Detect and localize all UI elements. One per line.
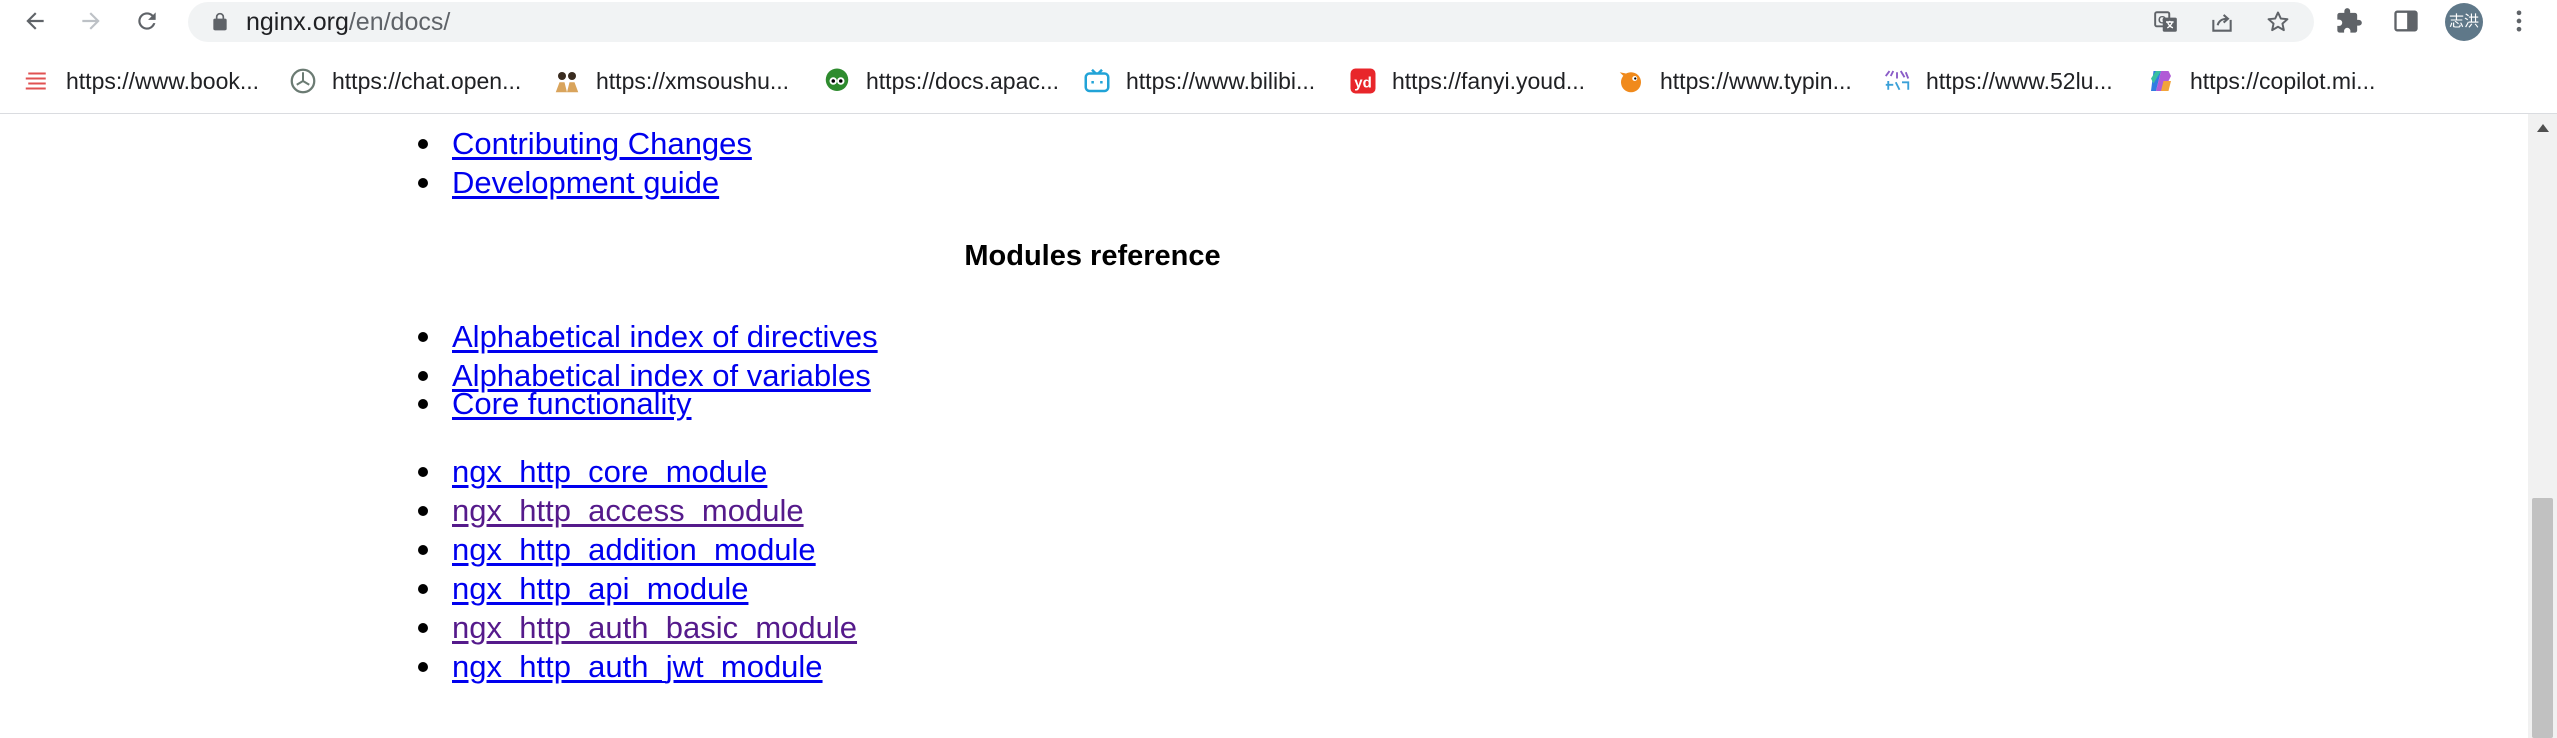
svg-text:yd: yd <box>1354 74 1372 91</box>
bookmark-label: https://www.typin... <box>1660 67 1852 94</box>
back-button[interactable] <box>18 4 52 38</box>
puzzle-piece-icon <box>2337 8 2362 33</box>
lock-icon <box>213 12 227 31</box>
profile-avatar[interactable]: 志洪 <box>2445 3 2483 41</box>
bookmark-item[interactable]: yd https://fanyi.youd... <box>1348 56 1585 106</box>
list-item: ngx_http_core_module <box>417 452 857 491</box>
bookmark-item[interactable]: https://www.52lu... <box>1882 56 2113 106</box>
module-links-list: ngx_http_core_module ngx_http_access_modu… <box>417 452 857 686</box>
green-mascot-icon <box>822 66 852 96</box>
list-item: ngx_http_access_module <box>417 491 857 530</box>
copilot-icon <box>2146 66 2176 96</box>
url-path: /en/docs/ <box>348 8 451 36</box>
bookmark-label: https://fanyi.youd... <box>1392 67 1586 94</box>
bookmark-item[interactable]: https://docs.apac... <box>822 56 1059 106</box>
bookmark-label: https://www.book... <box>66 67 260 94</box>
list-item: Development guide <box>418 163 752 202</box>
page-scrollbar[interactable] <box>2528 114 2557 738</box>
page-content: Contributing Changes Development guide Mo… <box>0 114 2528 738</box>
list-item: ngx_http_addition_module <box>417 530 857 569</box>
list-lines-icon <box>22 66 52 96</box>
list-item: ngx_http_auth_jwt_module <box>417 647 857 686</box>
doc-link[interactable]: ngx_http_access_module <box>452 493 804 528</box>
list-item: ngx_http_auth_basic_module <box>417 608 857 647</box>
list-item: ngx_http_api_module <box>417 569 857 608</box>
bookmark-star-button[interactable] <box>2264 8 2292 36</box>
share-icon <box>2212 14 2232 32</box>
star-outline-icon <box>2267 11 2289 32</box>
bookmark-item[interactable]: https://www.bilibi... <box>1082 56 1315 106</box>
bookmark-item[interactable]: https://chat.open... <box>288 56 521 106</box>
doc-link[interactable]: Contributing Changes <box>452 126 752 161</box>
scroll-up-button[interactable] <box>2528 114 2557 142</box>
extensions-button[interactable] <box>2334 6 2364 36</box>
youdao-icon: yd <box>1348 66 1378 96</box>
reload-icon <box>138 12 156 30</box>
doc-link[interactable]: ngx_http_auth_jwt_module <box>452 649 823 684</box>
bookmark-item[interactable]: https://www.typin... <box>1616 56 1852 106</box>
doc-link[interactable]: ngx_http_api_module <box>452 571 748 606</box>
list-item: Alphabetical index of directives <box>418 317 878 356</box>
address-bar[interactable]: nginx.org/en/docs/ G <box>188 2 2314 42</box>
doc-link[interactable]: ngx_http_addition_module <box>452 532 816 567</box>
scrollbar-thumb[interactable] <box>2532 498 2553 738</box>
section-heading: Modules reference <box>964 240 1221 272</box>
bookmark-label: https://www.52lu... <box>1926 67 2113 94</box>
bookmark-item[interactable]: https://www.book... <box>22 56 259 106</box>
url-text[interactable]: nginx.org/en/docs/ <box>246 2 450 42</box>
bookmark-item[interactable]: https://copilot.mi... <box>2146 56 2375 106</box>
bookmark-label: https://docs.apac... <box>866 67 1060 94</box>
bilibili-tv-icon <box>1082 66 1112 96</box>
triangle-up-icon <box>2536 124 2549 132</box>
doc-link[interactable]: Core functionality <box>452 386 692 421</box>
arrow-right-icon <box>82 12 100 30</box>
browser-menu-button[interactable] <box>2504 6 2534 36</box>
cartoon-people-icon <box>552 66 582 96</box>
bookmark-label: https://www.bilibi... <box>1126 67 1316 94</box>
bookmarks-bar: https://www.book... https://chat.open...… <box>0 56 2557 106</box>
doc-link[interactable]: ngx_http_core_module <box>452 454 767 489</box>
list-item: Contributing Changes <box>418 124 752 163</box>
side-panel-icon <box>2394 10 2418 32</box>
browser-toolbar: nginx.org/en/docs/ G 志洪 <box>0 0 2557 42</box>
list-item: Core functionality <box>418 384 692 423</box>
doc-link[interactable]: Alphabetical index of directives <box>452 319 878 354</box>
core-links-list: Core functionality <box>418 384 692 423</box>
doc-link[interactable]: ngx_http_auth_basic_module <box>452 610 857 645</box>
bookmark-item[interactable]: https://xmsoushu... <box>552 56 789 106</box>
arrow-left-icon <box>26 12 44 30</box>
share-button[interactable] <box>2208 8 2236 36</box>
translate-icon: G <box>2154 11 2177 32</box>
bookmark-label: https://xmsoushu... <box>596 67 790 94</box>
translate-button[interactable]: G <box>2152 8 2180 36</box>
url-host: nginx.org <box>246 8 349 36</box>
orange-bird-icon <box>1616 66 1646 96</box>
bookmark-label: https://copilot.mi... <box>2190 67 2376 94</box>
development-links-list: Contributing Changes Development guide <box>418 124 752 202</box>
bookmark-label: https://chat.open... <box>332 67 522 94</box>
doc-link[interactable]: Development guide <box>452 165 719 200</box>
reload-button[interactable] <box>130 4 164 38</box>
openai-icon <box>288 66 318 96</box>
colorful-text-icon <box>1882 66 1912 96</box>
side-panel-button[interactable] <box>2391 6 2421 36</box>
three-dots-vertical-icon <box>2516 10 2522 32</box>
forward-button[interactable] <box>74 4 108 38</box>
